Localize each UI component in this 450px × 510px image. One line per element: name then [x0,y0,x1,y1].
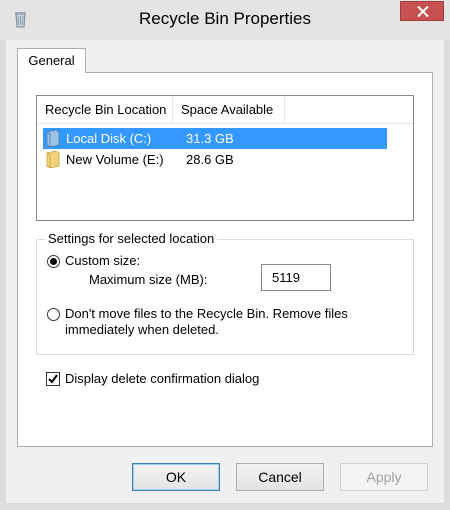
close-button[interactable] [400,1,444,21]
folder-drive-icon [46,151,60,168]
custom-size-label[interactable]: Custom size: [65,253,140,268]
list-item-local-disk[interactable]: Local Disk (C:) 31.3 GB [43,128,387,149]
cancel-button[interactable]: Cancel [236,463,324,491]
window-title: Recycle Bin Properties [139,9,311,28]
dialog-client-area: General Recycle Bin Location Space Avail… [6,40,444,503]
close-icon [417,6,429,17]
location-space: 31.3 GB [186,131,234,146]
dont-move-files-radio[interactable] [47,308,60,321]
recycle-bin-location-list[interactable]: Recycle Bin Location Space Available Loc… [36,95,414,221]
apply-button[interactable]: Apply [340,463,428,491]
settings-group-legend: Settings for selected location [45,231,218,246]
dont-move-files-label-line1[interactable]: Don't move files to the Recycle Bin. Rem… [65,306,348,321]
tab-general[interactable]: General [17,48,86,73]
location-name: New Volume (E:) [66,152,164,167]
location-name: Local Disk (C:) [66,131,152,146]
dont-move-files-label-line2[interactable]: immediately when deleted. [65,322,219,337]
location-space: 28.6 GB [186,152,234,167]
max-size-label: Maximum size (MB): [89,272,208,287]
column-header-empty[interactable] [285,96,401,123]
delete-confirmation-label[interactable]: Display delete confirmation dialog [65,371,259,386]
properties-window: Recycle Bin Properties General Recycle B… [0,0,450,510]
list-item-new-volume[interactable]: New Volume (E:) 28.6 GB [43,149,387,170]
column-header-space[interactable]: Space Available [173,96,285,123]
ok-button[interactable]: OK [132,463,220,491]
settings-group: Settings for selected location Custom si… [36,231,414,355]
custom-size-radio[interactable] [47,255,60,268]
column-header-location[interactable]: Recycle Bin Location [37,96,173,123]
delete-confirmation-checkbox[interactable] [46,372,60,386]
tab-panel-general: Recycle Bin Location Space Available Loc… [17,72,433,447]
checkmark-icon [48,374,58,384]
list-header: Recycle Bin Location Space Available [37,96,413,124]
title-bar[interactable]: Recycle Bin Properties [0,0,450,40]
max-size-input[interactable] [261,264,331,291]
drive-icon [46,130,60,147]
